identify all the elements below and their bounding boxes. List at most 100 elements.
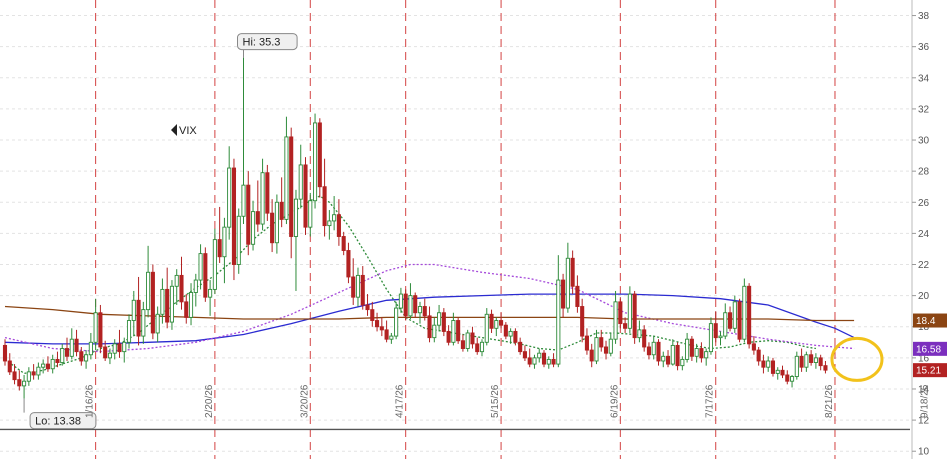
candle-body [289,136,294,237]
candle [293,189,299,291]
candle-body [45,363,50,370]
candle [231,158,237,281]
candle [313,113,318,209]
candle [718,331,723,346]
candle-body [809,354,814,363]
date-label: 2/20/26 [204,384,215,418]
candle-body [775,369,780,374]
candle [680,356,685,371]
candle-body [718,335,723,339]
candle-body [708,323,714,353]
candle-body [437,312,442,326]
candle-body [322,186,327,227]
candle-body [84,354,89,362]
candle-body [208,288,213,298]
candle [813,353,818,369]
candle [365,294,370,316]
candle-body [727,312,733,329]
candle-body [527,357,532,365]
candle [651,336,656,360]
candle-body [556,279,561,365]
candle-body [470,332,475,345]
candle-body [250,211,256,245]
candle [613,290,618,344]
vix-chart[interactable]: Hi: 35.3 Lo: 13.38 10 12 14 16 18 20 22 24 26 28 30… [0,0,948,459]
candle-body [813,357,818,363]
candle [41,359,46,374]
candle [475,337,480,355]
candle-body [785,374,790,382]
candle-body [541,352,547,365]
candle-body [551,358,556,365]
candle [98,304,103,354]
candle-body [117,343,122,353]
date-label: 4/17/26 [395,384,406,418]
symbol-label: VIX [179,125,197,137]
candle [656,339,661,366]
candle-body [508,330,513,337]
high-callout: Hi: 35.3 [237,33,298,58]
candle-body [389,335,394,340]
candle-body [794,355,799,377]
candle-body [570,257,575,287]
chart-canvas[interactable]: Hi: 35.3Lo: 13.38 1012141618202224262830… [0,0,948,459]
candle [413,292,418,318]
candle-body [50,358,55,370]
axis-tick-label: 30 [918,136,930,147]
axis-tick-label: 28 [918,167,930,178]
candle [327,210,332,240]
candle-body [804,354,809,368]
candle [174,269,179,305]
price-badge: 16.58 [913,341,947,356]
candle [508,328,513,344]
candle-body [799,355,804,368]
date-label: 9/18/26 [919,384,930,418]
candle-body [212,239,217,290]
candle [637,320,642,343]
candle-body [518,341,523,353]
candle-body [169,285,175,323]
candle [790,374,795,388]
candle-body [608,338,613,354]
candle [708,317,714,355]
candle-body [637,329,642,339]
candle [217,206,222,263]
highlight-circle [830,336,884,382]
candle [594,329,599,365]
candle [112,339,117,360]
candle-body [174,274,179,287]
candle-body [646,346,651,356]
candle-body [689,338,694,357]
candle [532,354,537,369]
candle [584,328,589,355]
candle-body [198,253,203,281]
candle-body [704,351,709,359]
date-label: 3/20/26 [299,384,310,418]
candle [756,346,761,366]
candle [580,298,585,343]
candle-body [503,324,508,337]
candle-body [713,323,718,339]
candle-body [494,320,499,329]
candle [661,351,666,368]
candle [50,354,55,374]
candle [537,348,542,363]
candle [627,286,632,333]
candle-body [165,288,170,323]
candle [284,116,289,225]
candle-body [103,346,108,359]
candle [84,350,89,369]
candle-body [751,343,756,351]
candle [785,370,790,385]
candle-body [88,341,93,356]
candle-body [246,184,251,245]
candle-body [479,341,485,353]
moving-averages-layer [4,195,855,375]
candle [289,127,294,259]
candle [437,304,442,332]
candle [823,360,828,374]
candle-body [146,271,151,311]
candle [45,356,50,372]
candle [212,228,217,295]
candle [22,374,27,399]
